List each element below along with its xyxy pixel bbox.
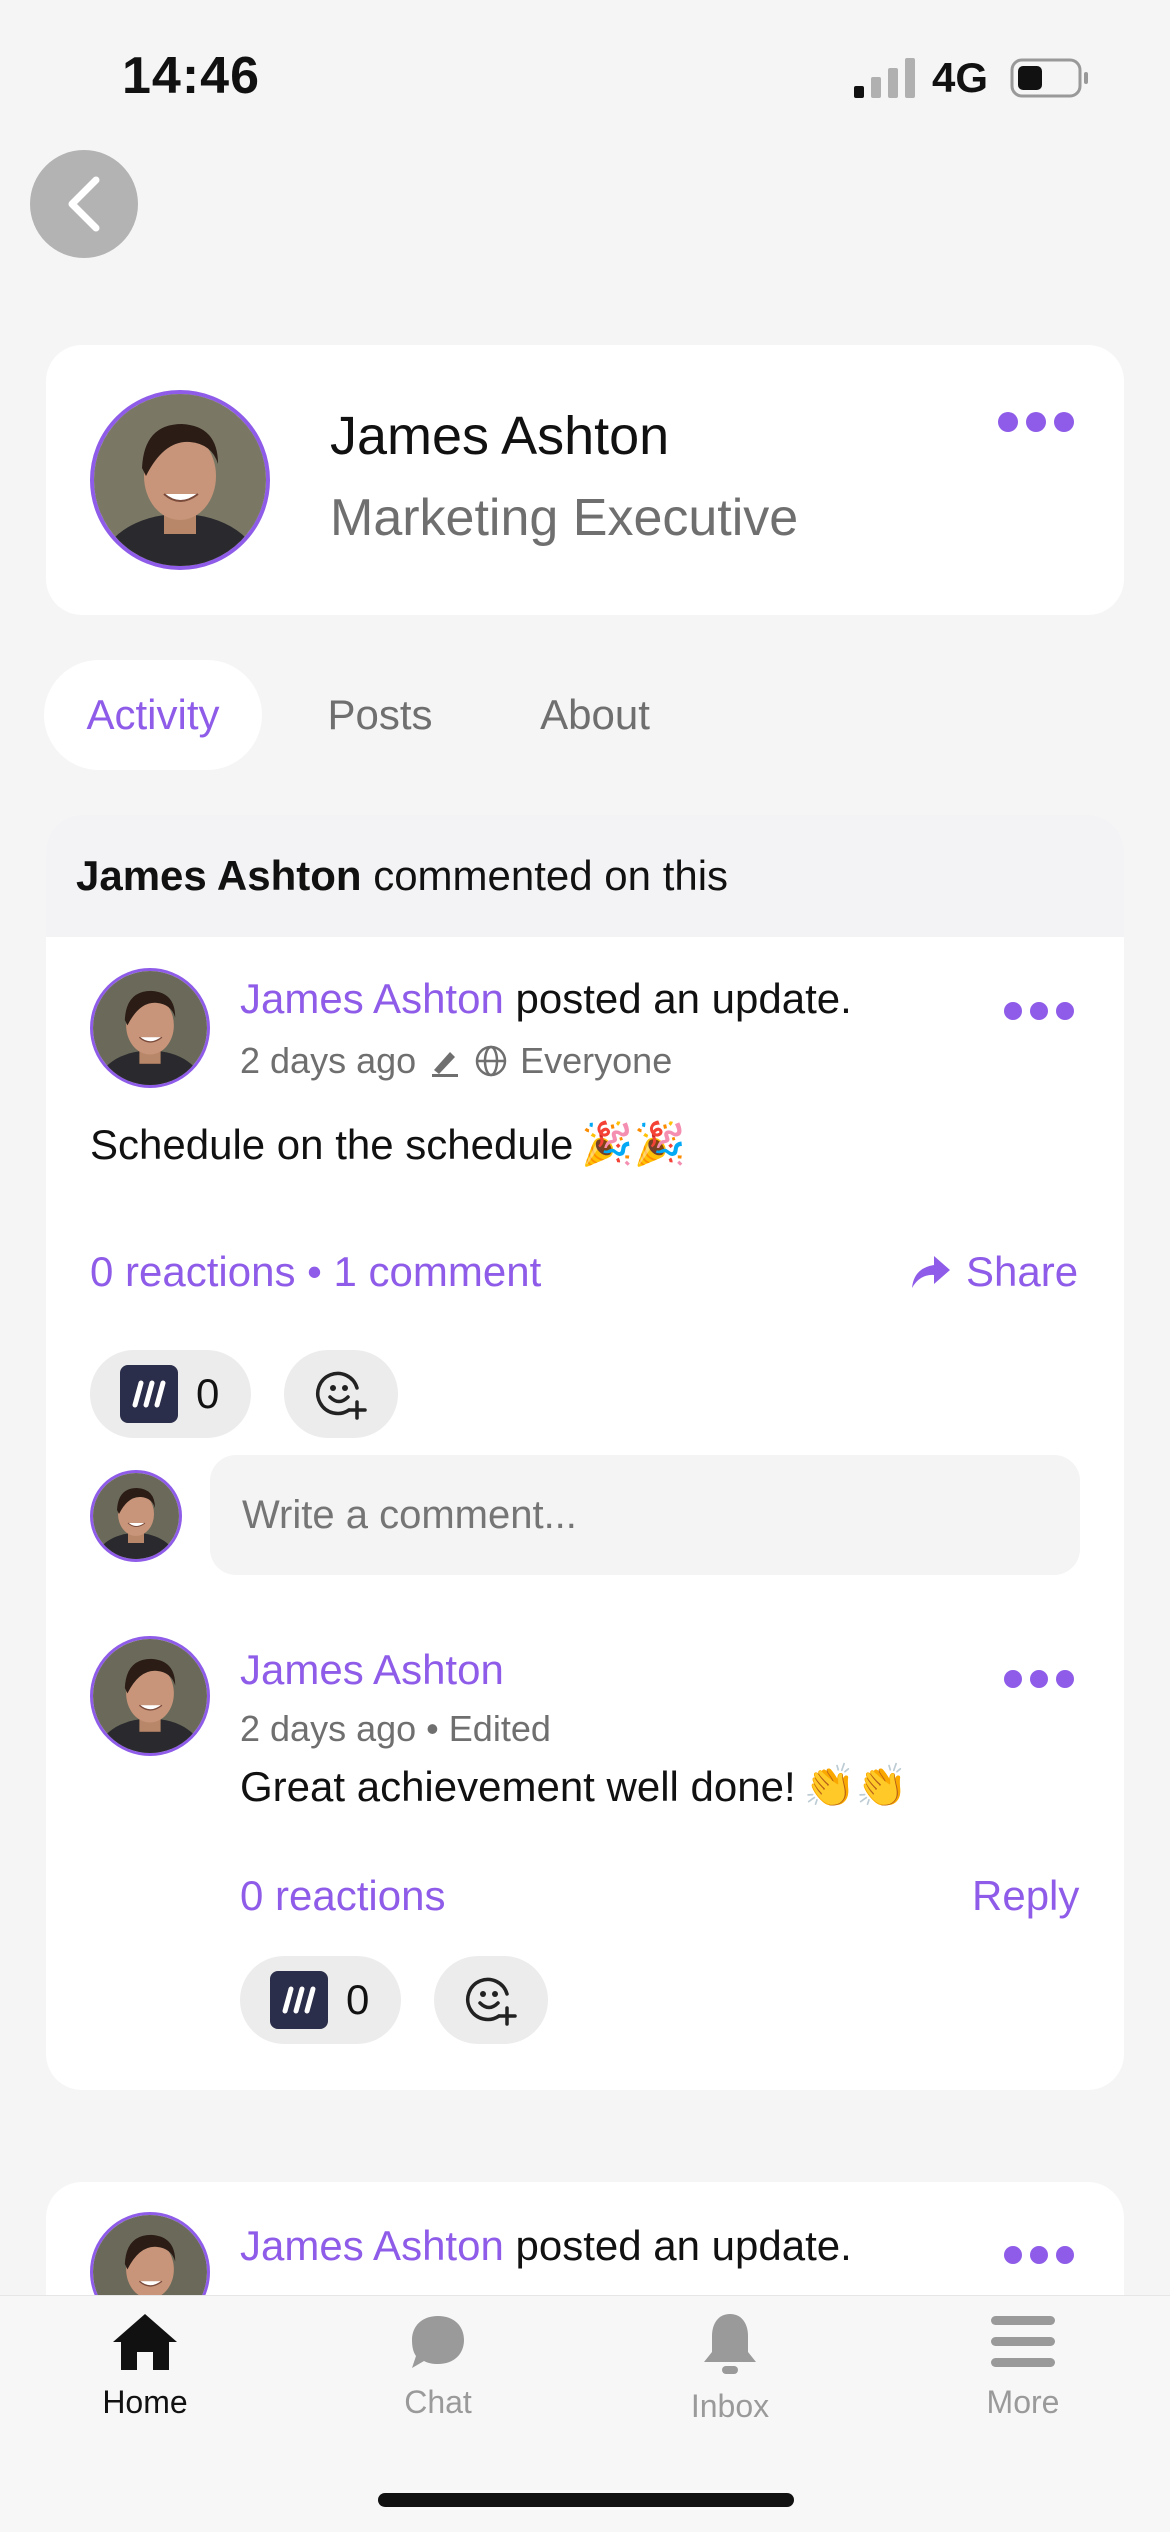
comment-edited: Edited [448,1708,551,1749]
post-meta: 2 days ago Everyone [240,1040,672,1082]
comment-meta-separator: • [426,1708,439,1749]
tab-activity[interactable]: Activity [44,660,262,770]
comment-reaction-button[interactable]: 0 [240,1956,402,2044]
bell-icon [704,2314,756,2374]
share-label: Share [966,1248,1079,1295]
app-reaction-icon [120,1365,178,1423]
dot-icon [1004,1002,1022,1020]
tabbar-chat[interactable]: Chat [348,2310,528,2421]
post-add-reaction-button[interactable] [284,1350,398,1438]
tabbar-home[interactable]: Home [55,2310,235,2421]
post-author-avatar[interactable] [90,968,210,1088]
tabbar-more-label: More [986,2384,1060,2420]
dot-icon [998,412,1018,432]
chat-icon [412,2316,464,2368]
next-post-more-button[interactable] [1004,2246,1074,2264]
next-post-action: posted an update. [503,2222,852,2269]
menu-icon [991,2316,1055,2367]
post-visibility: Everyone [520,1040,673,1081]
comment-more-button[interactable] [1004,1670,1074,1688]
reply-button[interactable]: Reply [972,1872,1079,1920]
share-arrow-icon [912,1256,950,1288]
activity-header-name[interactable]: James Ashton [76,852,362,899]
dot-icon [1026,412,1046,432]
post-author-link[interactable]: James Ashton [240,975,504,1022]
globe-icon [475,1045,507,1077]
comment-add-reaction-button[interactable] [434,1956,548,2044]
dot-icon [1004,2246,1022,2264]
post-more-button[interactable] [1004,1002,1074,1020]
post-action: posted an update. [503,975,852,1022]
dot-icon [1030,1002,1048,1020]
current-user-avatar [90,1470,182,1562]
dot-icon [1056,1002,1074,1020]
dot-icon [1056,2246,1074,2264]
comment-text: Great achievement well done! [240,1762,796,1810]
comment-author-avatar[interactable] [90,1636,210,1756]
back-button[interactable] [30,150,138,258]
dot-icon [1030,1670,1048,1688]
clapping-emoji: 👏👏 [803,1762,909,1809]
profile-more-button[interactable] [998,412,1074,432]
battery-icon [1010,58,1088,98]
home-icon [113,2314,177,2370]
network-label: 4G [932,54,989,101]
signal-icon [854,58,915,98]
dot-icon [1030,2246,1048,2264]
tab-posts[interactable]: Posts [300,660,460,770]
tab-about[interactable]: About [510,660,680,770]
share-button[interactable]: Share [910,1248,1078,1296]
tabbar-more[interactable]: More [933,2310,1113,2421]
reaction-count: 0 [346,1976,370,2023]
add-emoji-icon [466,1977,517,2026]
add-emoji-icon [316,1371,367,1420]
comment-author-link[interactable]: James Ashton [240,1646,504,1694]
stats-separator: • [307,1248,322,1295]
home-indicator [378,2493,794,2507]
tabbar-inbox-label: Inbox [690,2388,770,2424]
tabbar-home-label: Home [102,2384,188,2420]
app-reaction-icon [270,1971,328,2029]
post-reactions-link[interactable]: 0 reactions [90,1248,295,1295]
post-text: Schedule on the schedule [90,1120,574,1168]
post-stats: 0 reactions • 1 comment [90,1248,541,1296]
next-post-author-link[interactable]: James Ashton [240,2222,504,2269]
party-popper-emoji: 🎉🎉 [581,1120,686,1167]
comment-time: 2 days ago [240,1708,417,1749]
tabbar-chat-label: Chat [404,2384,472,2420]
comment-meta: 2 days ago • Edited [240,1708,551,1750]
post-body: Schedule on the schedule 🎉🎉 [90,1120,686,1169]
profile-avatar[interactable] [90,390,270,570]
tabbar-inbox[interactable]: Inbox [640,2310,820,2425]
activity-header-action: commented on this [361,852,729,899]
activity-header-text: James Ashton commented on this [76,852,728,900]
pencil-icon [432,1052,459,1077]
post-comments-link[interactable]: 1 comment [334,1248,542,1295]
comment-body: Great achievement well done! 👏👏 [240,1762,908,1811]
dot-icon [1054,412,1074,432]
reaction-count: 0 [196,1370,220,1417]
comment-reactions-link[interactable]: 0 reactions [240,1872,445,1920]
next-post-headline: James Ashton posted an update. [240,2222,852,2270]
dot-icon [1056,1670,1074,1688]
profile-name: James Ashton [330,406,670,466]
dot-icon [1004,1670,1022,1688]
post-time: 2 days ago [240,1040,417,1081]
status-time: 14:46 [122,47,260,105]
chevron-left-icon [68,176,100,232]
comment-input[interactable] [210,1455,1080,1575]
post-reaction-button[interactable]: 0 [90,1350,252,1438]
post-headline: James Ashton posted an update. [240,975,852,1023]
profile-role: Marketing Executive [330,489,799,547]
